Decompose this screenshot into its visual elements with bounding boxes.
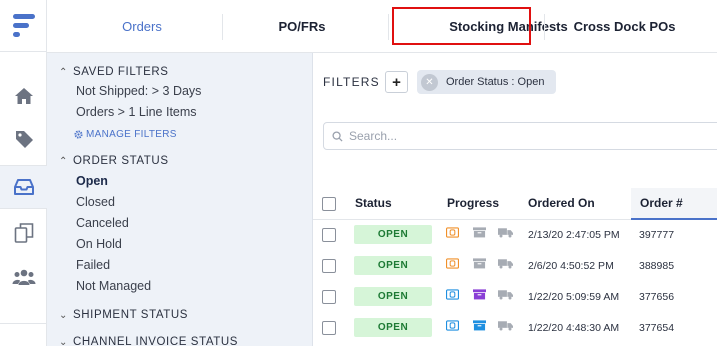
tab-cross-dock-pos[interactable]: Cross Dock POs bbox=[553, 0, 696, 53]
table-row[interactable]: OPEN 1/22/20 4:48:30 AM 377654 bbox=[313, 313, 717, 343]
chevron-up-icon: ⌃ bbox=[59, 66, 68, 78]
ordered-on-cell: 1/22/20 5:09:59 AM bbox=[528, 291, 620, 303]
nav-documents[interactable] bbox=[0, 213, 47, 253]
payment-icon bbox=[446, 289, 459, 300]
channel-invoice-status-title: CHANNEL INVOICE STATUS bbox=[73, 336, 239, 346]
payment-icon bbox=[446, 320, 459, 331]
order-status-title: ORDER STATUS bbox=[73, 155, 169, 167]
status-badge: OPEN bbox=[354, 287, 432, 306]
manage-filters-label: MANAGE FILTERS bbox=[86, 129, 177, 140]
order-status-on-hold[interactable]: On Hold bbox=[76, 237, 122, 251]
tab-separator bbox=[544, 14, 545, 40]
shipment-status-header[interactable]: ⌄ SHIPMENT STATUS bbox=[59, 309, 188, 321]
search-input[interactable] bbox=[349, 129, 689, 143]
table-row[interactable]: OPEN 1/22/20 5:09:59 AM 377656 bbox=[313, 282, 717, 312]
ordered-on-cell: 2/6/20 4:50:52 PM bbox=[528, 260, 614, 272]
progress-header[interactable]: Progress bbox=[447, 196, 499, 210]
chevron-up-icon: ⌃ bbox=[59, 155, 68, 167]
channel-invoice-status-header[interactable]: ⌄ CHANNEL INVOICE STATUS bbox=[59, 336, 238, 346]
order-status-closed[interactable]: Closed bbox=[76, 195, 115, 209]
box-icon bbox=[473, 289, 486, 300]
tab-orders[interactable]: Orders bbox=[47, 0, 237, 53]
order-status-not-managed[interactable]: Not Managed bbox=[76, 279, 151, 293]
table-row[interactable]: OPEN 2/6/20 4:50:52 PM 388985 bbox=[313, 251, 717, 281]
remove-filter-button[interactable]: ✕ bbox=[421, 73, 438, 91]
search-icon bbox=[332, 130, 343, 142]
tab-highlight-box bbox=[392, 7, 531, 45]
truck-icon bbox=[498, 228, 513, 238]
app-logo[interactable] bbox=[0, 0, 47, 52]
shipment-status-title: SHIPMENT STATUS bbox=[73, 309, 189, 321]
saved-filters-title: SAVED FILTERS bbox=[73, 66, 169, 78]
table-header: Status Progress Ordered On Order # bbox=[313, 188, 717, 220]
add-filter-button[interactable]: + bbox=[385, 71, 408, 93]
row-checkbox[interactable] bbox=[322, 259, 336, 273]
select-all-checkbox[interactable] bbox=[322, 197, 336, 211]
order-status-header[interactable]: ⌃ ORDER STATUS bbox=[59, 155, 169, 167]
status-badge: OPEN bbox=[354, 318, 432, 337]
chevron-down-icon: ⌄ bbox=[59, 309, 68, 321]
nav-tags[interactable] bbox=[0, 119, 47, 159]
chevron-down-icon: ⌄ bbox=[59, 336, 68, 346]
nav-orders[interactable] bbox=[0, 165, 47, 209]
logo-icon bbox=[12, 13, 35, 37]
row-checkbox[interactable] bbox=[322, 321, 336, 335]
order-num-cell[interactable]: 397777 bbox=[639, 229, 674, 241]
filter-chip: ✕ Order Status : Open bbox=[417, 70, 556, 94]
search-box bbox=[323, 122, 717, 150]
order-status-open[interactable]: Open bbox=[76, 174, 108, 188]
payment-icon bbox=[446, 258, 459, 269]
top-tabs: Orders PO/FRs Stocking Manifests Cross D… bbox=[47, 0, 717, 53]
saved-filters-header[interactable]: ⌃ SAVED FILTERS bbox=[59, 66, 169, 78]
order-num-cell[interactable]: 388985 bbox=[639, 260, 674, 272]
rail-divider bbox=[0, 323, 47, 324]
filter-sidebar: ⌃ SAVED FILTERS Not Shipped: > 3 Days Or… bbox=[47, 53, 313, 346]
order-num-header[interactable]: Order # bbox=[640, 196, 683, 210]
box-icon bbox=[473, 320, 486, 331]
saved-filter-item[interactable]: Not Shipped: > 3 Days bbox=[76, 84, 201, 98]
gear-icon bbox=[74, 130, 83, 139]
status-badge: OPEN bbox=[354, 225, 432, 244]
ordered-on-cell: 1/22/20 4:48:30 AM bbox=[528, 322, 620, 334]
truck-icon bbox=[498, 321, 513, 331]
table-row[interactable]: OPEN 2/13/20 2:47:05 PM 397777 bbox=[313, 220, 717, 250]
filters-label: FILTERS bbox=[323, 75, 380, 89]
filter-chip-label: Order Status : Open bbox=[446, 76, 545, 88]
order-num-cell[interactable]: 377654 bbox=[639, 322, 674, 334]
status-badge: OPEN bbox=[354, 256, 432, 275]
row-checkbox[interactable] bbox=[322, 290, 336, 304]
ordered-on-header[interactable]: Ordered On bbox=[528, 196, 595, 210]
status-header[interactable]: Status bbox=[355, 196, 392, 210]
copy-icon bbox=[14, 223, 33, 243]
box-icon bbox=[473, 227, 486, 238]
inbox-icon bbox=[13, 179, 34, 195]
ordered-on-cell: 2/13/20 2:47:05 PM bbox=[528, 229, 620, 241]
payment-icon bbox=[446, 227, 459, 238]
row-checkbox[interactable] bbox=[322, 228, 336, 242]
orders-main: FILTERS + ✕ Order Status : Open Status P… bbox=[313, 53, 717, 346]
order-status-failed[interactable]: Failed bbox=[76, 258, 110, 272]
tab-po-frs[interactable]: PO/FRs bbox=[227, 0, 377, 53]
nav-home[interactable] bbox=[0, 76, 47, 116]
saved-filter-item[interactable]: Orders > 1 Line Items bbox=[76, 105, 197, 119]
home-icon bbox=[14, 88, 33, 104]
nav-users[interactable] bbox=[0, 257, 47, 297]
truck-icon bbox=[498, 259, 513, 269]
order-status-canceled[interactable]: Canceled bbox=[76, 216, 129, 230]
tab-separator bbox=[222, 14, 223, 40]
box-icon bbox=[473, 258, 486, 269]
truck-icon bbox=[498, 290, 513, 300]
order-num-cell[interactable]: 377656 bbox=[639, 291, 674, 303]
nav-rail bbox=[0, 0, 47, 346]
tab-separator bbox=[388, 14, 389, 40]
manage-filters-link[interactable]: MANAGE FILTERS bbox=[74, 129, 177, 140]
users-icon bbox=[12, 269, 35, 285]
tag-icon bbox=[15, 131, 33, 148]
